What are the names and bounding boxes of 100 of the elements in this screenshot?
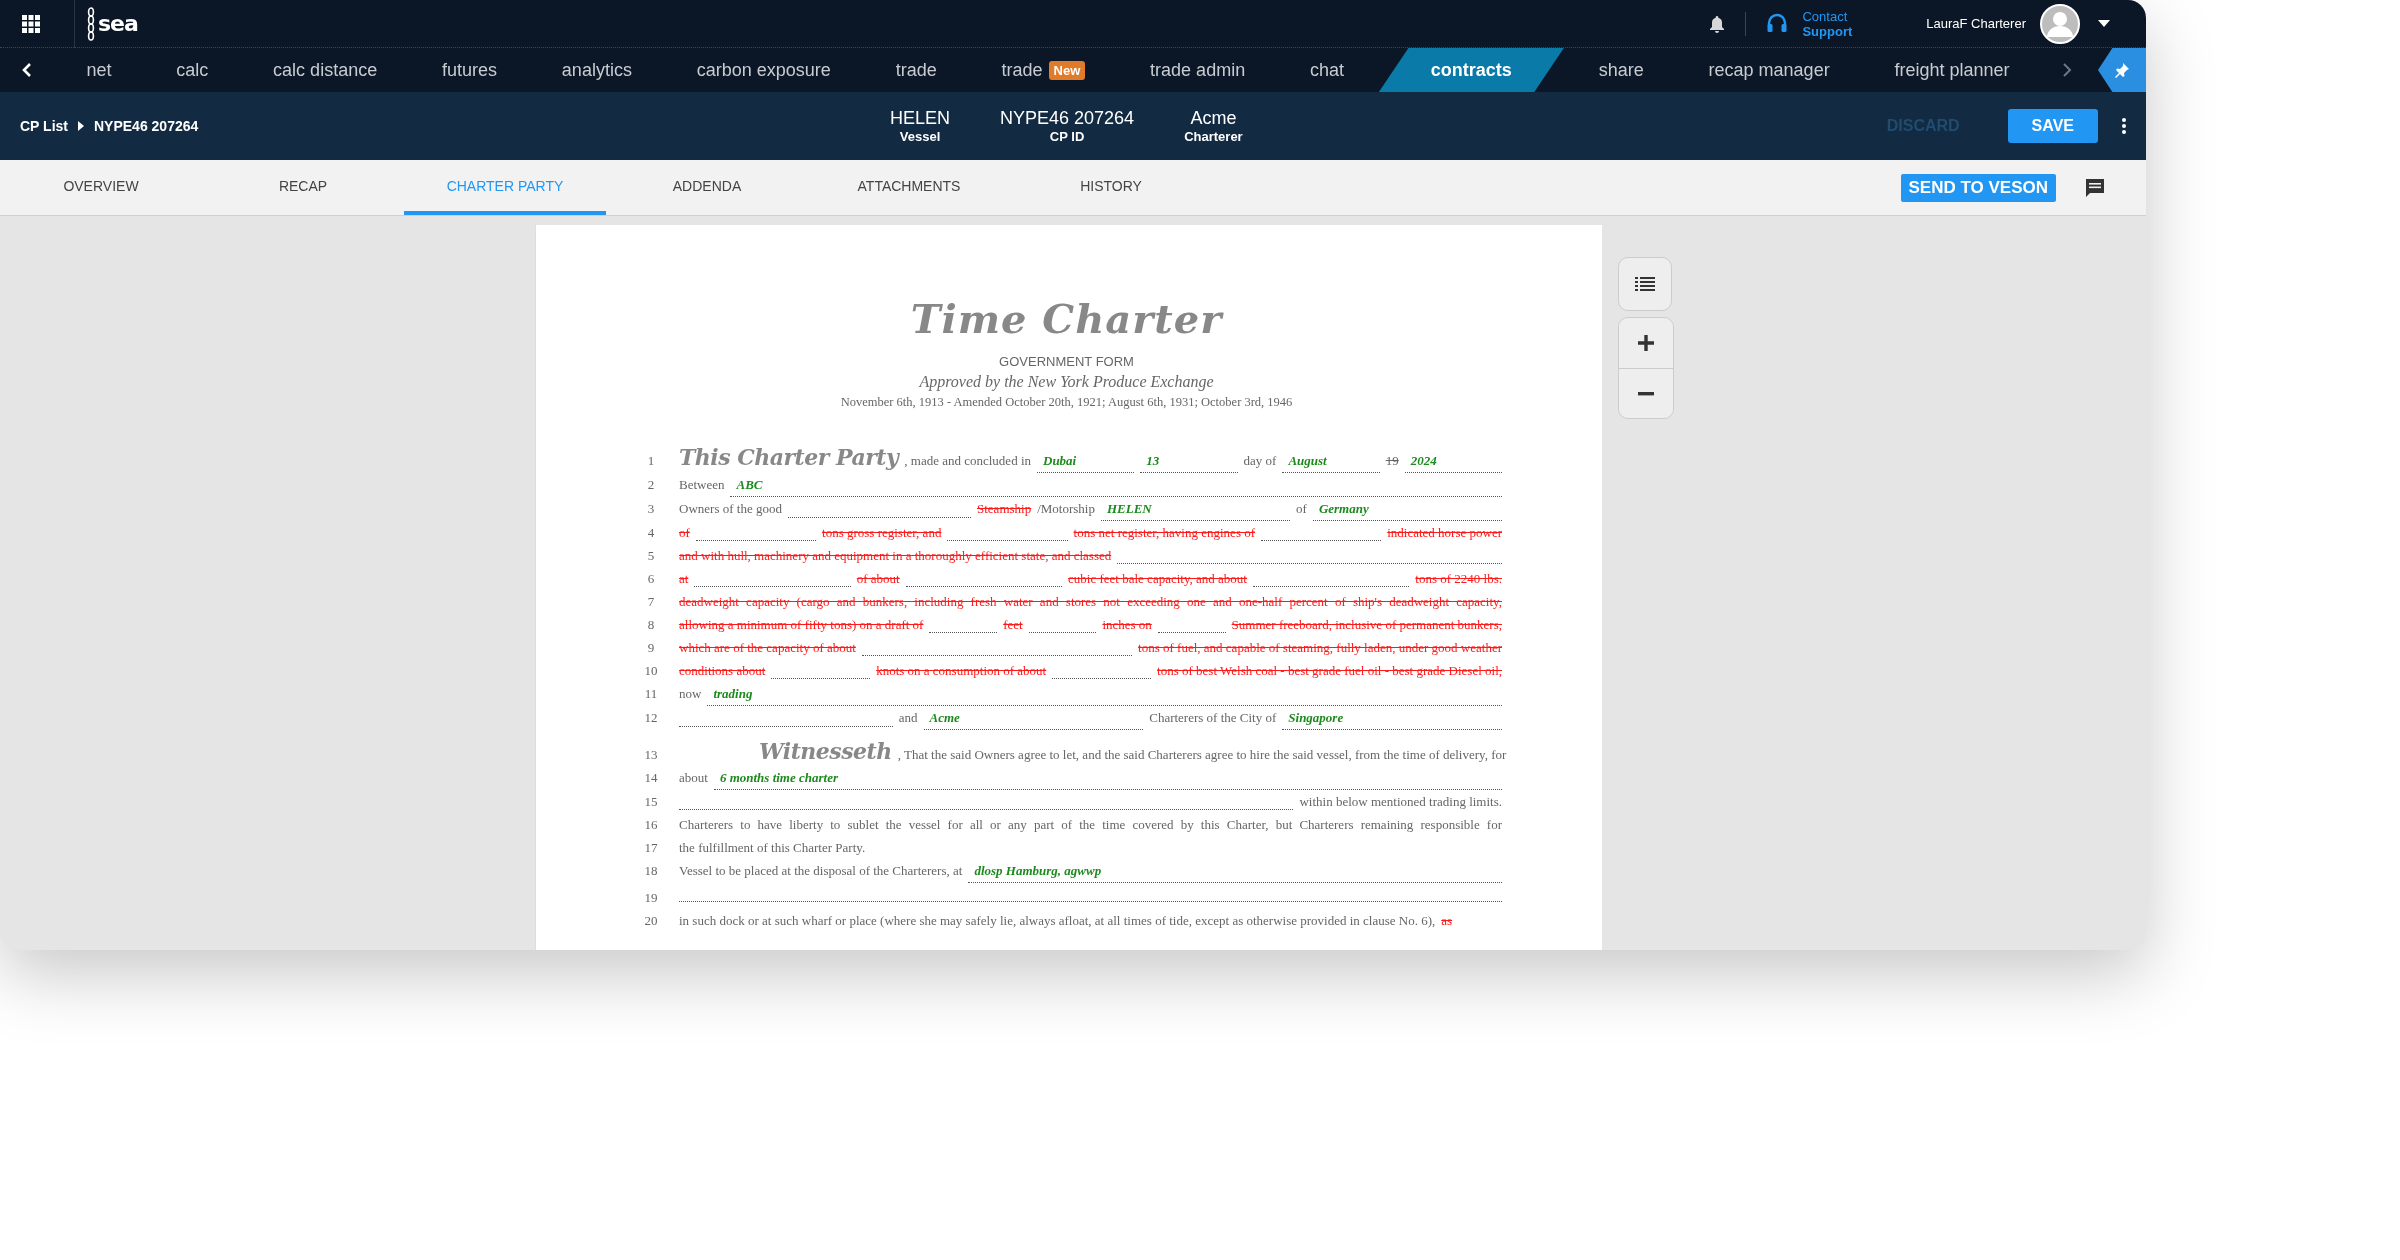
nav-tab[interactable]: trade — [865, 48, 967, 92]
section-tab[interactable]: OVERVIEW — [0, 160, 202, 215]
nav-tab[interactable]: calc — [146, 48, 239, 92]
avatar-icon[interactable] — [2040, 3, 2080, 44]
document-title: Time Charter — [909, 295, 1225, 342]
clause-text: now — [679, 685, 702, 703]
section-tab[interactable]: HISTORY — [1010, 160, 1212, 215]
section-tab[interactable]: RECAP — [202, 160, 404, 215]
list-icon — [1635, 276, 1655, 292]
nav-tab[interactable]: carbon exposure — [666, 48, 861, 92]
struck-clause-text: Summer freeboard, inclusive of permanent bunkers, — [1231, 616, 1502, 634]
line-number: 10 — [643, 662, 659, 680]
pin-button[interactable] — [2098, 48, 2146, 92]
struck-clause-text: which are of the capacity of about — [679, 639, 856, 657]
contract-info-label: Charterer — [1184, 129, 1243, 144]
clause-text: Between — [679, 476, 725, 494]
nav-tab[interactable]: share — [1568, 48, 1674, 92]
line-number: 8 — [646, 616, 656, 634]
fill-in-value[interactable]: Singapore — [1282, 706, 1502, 730]
clause-text: and — [898, 709, 918, 727]
contract-info-value: NYPE46 207264 — [1000, 108, 1135, 129]
fill-in-value[interactable]: 13 — [1140, 449, 1238, 473]
struck-clause-text: cubic feet bale capacity, and about — [1068, 570, 1247, 588]
struck-clause-text: tons of best Welsh coal - best grade fuel oil - best grade Diesel oil, — [1157, 662, 1502, 680]
nav-tab[interactable]: analytics — [531, 48, 662, 92]
nav-tab[interactable]: trade New — [971, 48, 1116, 92]
contract-info-label: CP ID — [1049, 129, 1085, 144]
bell-icon[interactable] — [1709, 14, 1726, 33]
contract-info-value: HELEN — [890, 108, 951, 129]
breadcrumb-current: NYPE46 207264 — [94, 118, 199, 134]
document-approval-note: Approved by the New York Produce Exchange — [917, 373, 1215, 391]
line-number: 5 — [646, 547, 656, 565]
document-dates: November 6th, 1913 - Amended October 20th, 1921; August 6th, 1931; October 3rd, 1946 — [839, 395, 1294, 410]
contract-info-value: Acme — [1190, 108, 1237, 129]
fill-in-value[interactable]: Dubai — [1037, 449, 1135, 473]
fill-in-value[interactable]: ABC — [730, 473, 1502, 497]
struck-clause-text: at — [679, 570, 689, 588]
new-badge: New — [1048, 60, 1086, 80]
outline-button[interactable] — [1618, 257, 1672, 311]
nav-tab[interactable]: calc distance — [243, 48, 408, 92]
fill-in-value[interactable]: dlosp Hamburg, agwwp — [968, 859, 1502, 883]
nav-tab[interactable]: chat — [1280, 48, 1374, 92]
caret-icon[interactable] — [2098, 19, 2110, 28]
fill-in-value[interactable]: 6 months time charter — [713, 766, 1502, 790]
line-number: 14 — [643, 769, 659, 787]
fill-in-value[interactable]: August — [1282, 449, 1380, 473]
clause-text: /Motorship — [1037, 500, 1095, 518]
line-number: 3 — [646, 500, 656, 518]
apps-grid-icon[interactable] — [22, 14, 40, 33]
logo-text: sea — [98, 11, 138, 36]
nav-tab[interactable]: freight planner — [1864, 48, 2040, 92]
struck-clause-text: tons gross register, and — [822, 524, 942, 542]
zoom-in-button[interactable] — [1619, 318, 1673, 368]
clause-text: Charterers to have liberty to sublet the vessel for all or any part of the time covered by this Charter, but Charterers remaining responsible for — [679, 816, 1502, 834]
clause-text: , That the said Owners agree to let, and the said Charterers agree to hire the said vessel, from the time of delivery, for — [897, 746, 1507, 764]
gothic-heading: This Charter Party — [679, 446, 899, 469]
struck-clause-text: of about — [856, 570, 900, 588]
pin-icon — [2114, 62, 2130, 78]
line-number: 13 — [643, 746, 659, 764]
struck-clause-text: allowing a minimum of fifty tons) on a draft of — [679, 616, 924, 634]
clause-text: Owners of the good — [679, 500, 782, 518]
nav-tab[interactable]: net — [56, 48, 142, 92]
section-tab[interactable]: ATTACHMENTS — [808, 160, 1010, 215]
nav-tab[interactable]: futures — [412, 48, 528, 92]
fill-in-value[interactable]: Acme — [923, 706, 1144, 730]
chain-logo-icon — [87, 6, 95, 41]
clause-text: the fulfillment of this Charter Party. — [679, 839, 866, 857]
headset-icon[interactable] — [1766, 12, 1789, 35]
line-number: 12 — [643, 709, 659, 727]
struck-clause-text: indicated horse power — [1387, 524, 1502, 542]
struck-year-prefix: 19 — [1385, 452, 1399, 470]
nav-tab[interactable]: recap manager — [1678, 48, 1860, 92]
clause-text: in such dock or at such wharf or place (where she may safely lie, always afloat, at all times of tide, except as otherwise provided in clause No. 6), — [679, 912, 1436, 930]
section-tab[interactable]: ADDENDA — [606, 160, 808, 215]
struck-clause-text: and with hull, machinery and equipment in a thoroughly efficient state, and classed — [679, 547, 1112, 565]
fill-in-value[interactable]: 2024 — [1404, 449, 1502, 473]
breadcrumb-arrow-icon — [78, 121, 84, 131]
clause-text: within below mentioned trading limits. — [1299, 793, 1502, 811]
chevron-right-icon[interactable] — [2062, 62, 2072, 78]
more-options-icon[interactable] — [2122, 118, 2126, 134]
nav-tab[interactable]: contracts — [1378, 48, 1564, 92]
line-number: 19 — [643, 889, 659, 907]
fill-in-value[interactable]: HELEN — [1100, 497, 1291, 521]
struck-clause-text: tons of 2240 lbs. — [1415, 570, 1502, 588]
fill-in-value[interactable]: trading — [707, 682, 1502, 706]
contact-support-link[interactable]: Contact Support — [1802, 8, 1853, 39]
chat-bubble-icon[interactable] — [2084, 176, 2106, 199]
minus-icon — [1638, 391, 1654, 396]
struck-clause-text: conditions about — [679, 662, 766, 680]
breadcrumb-link[interactable]: CP List — [20, 118, 68, 134]
nav-tab[interactable]: trade admin — [1120, 48, 1276, 92]
clause-text: day of — [1243, 452, 1277, 470]
fill-in-value[interactable]: Germany — [1312, 497, 1502, 521]
chevron-left-icon[interactable] — [22, 62, 32, 78]
user-name[interactable]: LauraF Charterer — [1926, 16, 2026, 31]
line-number: 18 — [643, 862, 659, 880]
struck-clause-text: tons of fuel, and capable of steaming, fully laden, under good weather — [1138, 639, 1502, 657]
struck-clause-text: as — [1441, 912, 1453, 930]
clause-text: Vessel to be placed at the disposal of the Charterers, at — [679, 862, 963, 880]
clause-text: , made and concluded in — [904, 452, 1031, 470]
